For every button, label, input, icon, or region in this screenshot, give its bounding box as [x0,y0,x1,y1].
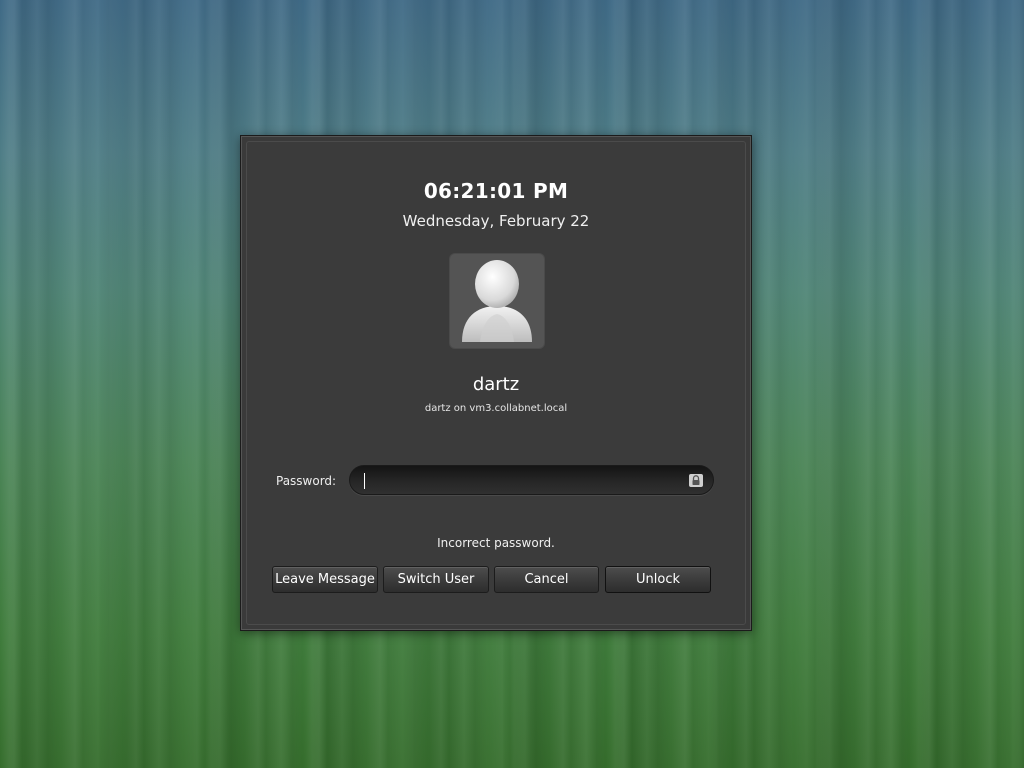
switch-user-button[interactable]: Switch User [383,566,489,593]
avatar-silhouette-icon [462,260,532,342]
username: dartz [472,374,520,395]
leave-message-button[interactable]: Leave Message [272,566,378,593]
unlock-button[interactable]: Unlock [605,566,711,593]
user-avatar-icon [450,254,544,348]
clock-time: 06:21:01 PM [423,179,569,203]
padlock-icon [689,474,703,487]
text-caret [364,473,365,489]
unlock-dialog: 06:21:01 PM Wednesday, February 22 dartz… [240,135,752,631]
cancel-button[interactable]: Cancel [494,566,599,593]
password-label: Password: [276,474,337,488]
clock-date: Wednesday, February 22 [402,212,590,230]
password-input[interactable] [360,470,680,490]
user-host-line: dartz on vm3.collabnet.local [424,403,568,414]
password-field[interactable] [349,465,714,495]
status-message: Incorrect password. [437,536,555,550]
lock-screen-desktop: { "screensaver": { "time": "06:21:01 PM"… [0,0,1024,768]
